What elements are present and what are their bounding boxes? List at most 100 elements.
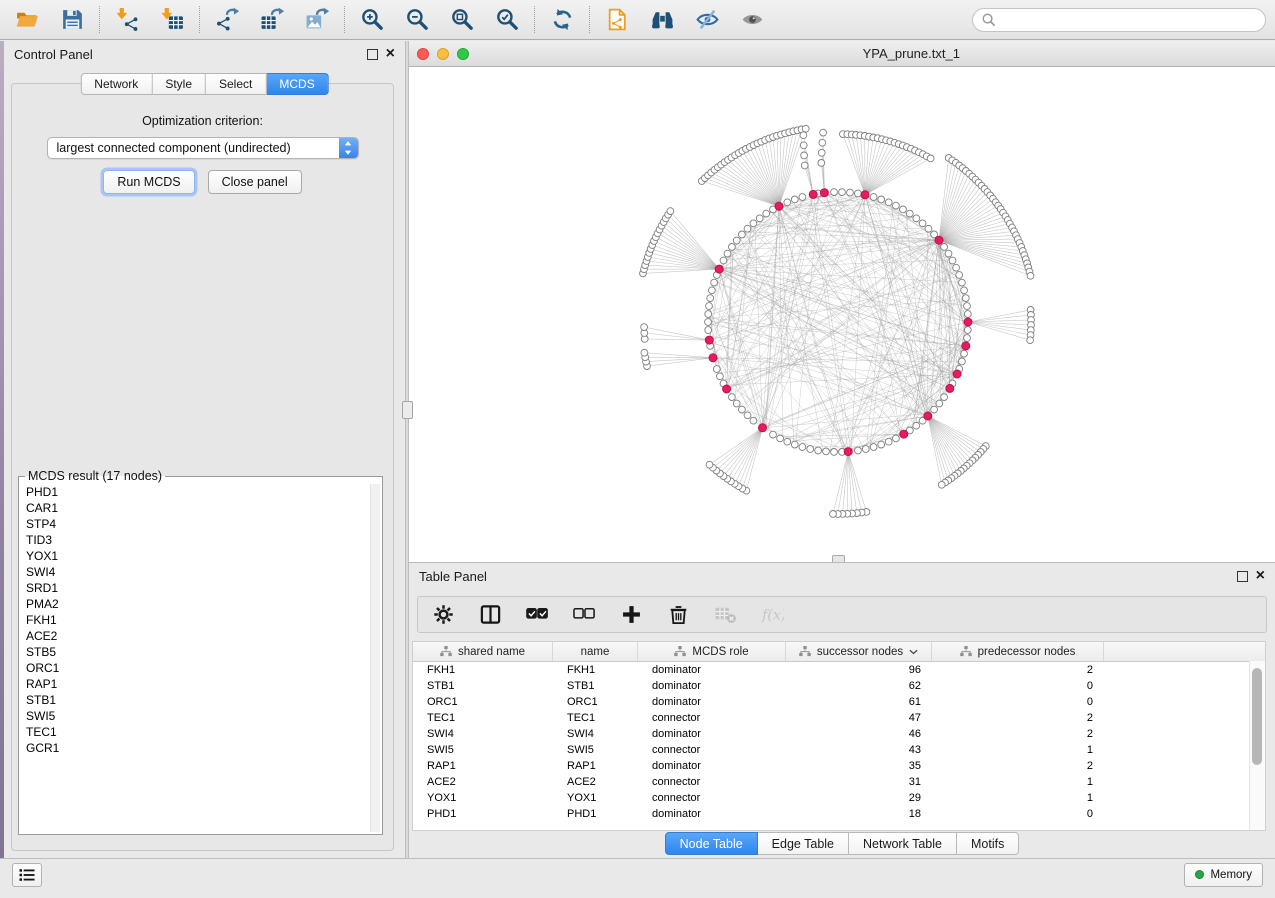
graph-node[interactable] — [744, 225, 751, 232]
graph-node[interactable] — [733, 237, 740, 244]
graph-dominator-node[interactable] — [820, 189, 828, 197]
graph-node[interactable] — [750, 220, 757, 227]
mcds-result-item[interactable]: TID3 — [26, 532, 369, 548]
graph-node[interactable] — [893, 202, 900, 209]
graph-node[interactable] — [959, 358, 966, 365]
graph-node[interactable] — [801, 162, 808, 169]
graph-node[interactable] — [831, 449, 838, 456]
graph-node[interactable] — [855, 447, 862, 454]
table-row[interactable]: RAP1RAP1dominator352 — [413, 758, 1265, 774]
graph-dominator-node[interactable] — [723, 385, 731, 393]
graph-node[interactable] — [961, 287, 968, 294]
graph-node[interactable] — [1027, 272, 1034, 279]
graph-node[interactable] — [820, 129, 827, 136]
table-row[interactable]: YOX1YOX1connector291 — [413, 790, 1265, 806]
table-row[interactable]: TEC1TEC1connector472 — [413, 710, 1265, 726]
tab-motifs[interactable]: Motifs — [957, 832, 1019, 855]
delete-columns-button[interactable] — [667, 602, 690, 628]
graph-node[interactable] — [818, 160, 825, 167]
graph-node[interactable] — [800, 132, 807, 139]
graph-node[interactable] — [729, 394, 736, 401]
graph-node[interactable] — [815, 447, 822, 454]
graph-dominator-node[interactable] — [964, 318, 972, 326]
graph-node[interactable] — [739, 406, 746, 413]
column-header-name[interactable]: name — [553, 642, 638, 661]
graph-node[interactable] — [936, 400, 943, 407]
graph-dominator-node[interactable] — [844, 448, 852, 456]
graph-node[interactable] — [959, 279, 966, 286]
graph-node[interactable] — [705, 327, 712, 334]
tab-edge-table[interactable]: Edge Table — [758, 832, 849, 855]
graph-node[interactable] — [707, 295, 714, 302]
column-header-successor-nodes[interactable]: successor nodes — [786, 642, 932, 661]
graph-node[interactable] — [941, 244, 948, 251]
graph-node[interactable] — [961, 350, 968, 357]
graph-dominator-node[interactable] — [924, 412, 932, 420]
new-network-from-selection-button[interactable] — [603, 6, 631, 34]
graph-node[interactable] — [885, 438, 892, 445]
graph-node[interactable] — [949, 257, 956, 264]
graph-node[interactable] — [925, 225, 932, 232]
graph-node[interactable] — [641, 349, 648, 356]
optimization-criterion-select[interactable]: largest connected component (undirected) — [47, 137, 359, 159]
graph-node[interactable] — [964, 311, 971, 318]
graph-node[interactable] — [964, 335, 971, 342]
graph-node[interactable] — [962, 295, 969, 302]
graph-dominator-node[interactable] — [946, 384, 954, 392]
mcds-list-scrollbar[interactable] — [370, 484, 380, 832]
graph-node[interactable] — [956, 272, 963, 279]
traffic-light-minimize[interactable] — [437, 48, 449, 60]
table-scrollbar-thumb[interactable] — [1252, 668, 1262, 765]
first-neighbors-button[interactable] — [648, 6, 676, 34]
graph-node[interactable] — [802, 125, 809, 132]
graph-dominator-node[interactable] — [953, 370, 961, 378]
graph-node[interactable] — [799, 194, 806, 201]
graph-node[interactable] — [744, 412, 751, 419]
memory-button[interactable]: Memory — [1184, 863, 1263, 887]
graph-node[interactable] — [964, 303, 971, 310]
zoom-selected-button[interactable] — [493, 6, 521, 34]
tab-network-table[interactable]: Network Table — [849, 832, 957, 855]
mcds-result-item[interactable]: PMA2 — [26, 596, 369, 612]
graph-node[interactable] — [770, 431, 777, 438]
save-session-button[interactable] — [58, 6, 86, 34]
network-window-titlebar[interactable]: YPA_prune.txt_1 — [409, 41, 1275, 67]
mcds-result-item[interactable]: YOX1 — [26, 548, 369, 564]
traffic-light-close[interactable] — [417, 48, 429, 60]
graph-node[interactable] — [839, 189, 846, 196]
graph-node[interactable] — [706, 303, 713, 310]
tab-mcds[interactable]: MCDS — [266, 73, 328, 95]
mcds-result-item[interactable]: PHD1 — [26, 484, 369, 500]
graph-node[interactable] — [711, 279, 718, 286]
horizontal-splitter-handle[interactable] — [832, 555, 845, 562]
graph-node[interactable] — [709, 287, 716, 294]
import-network-button[interactable] — [113, 6, 141, 34]
graph-node[interactable] — [717, 373, 724, 380]
mcds-result-item[interactable]: SWI4 — [26, 564, 369, 580]
mcds-result-item[interactable]: ACE2 — [26, 628, 369, 644]
graph-node[interactable] — [945, 250, 952, 257]
search-input[interactable] — [1001, 12, 1257, 28]
graph-node[interactable] — [941, 394, 948, 401]
add-column-button[interactable] — [620, 602, 643, 628]
graph-node[interactable] — [784, 199, 791, 206]
graph-node[interactable] — [1027, 337, 1034, 344]
graph-node[interactable] — [913, 422, 920, 429]
graph-dominator-node[interactable] — [775, 202, 783, 210]
close-panel-icon[interactable]: × — [386, 46, 395, 62]
import-table-button[interactable] — [158, 6, 186, 34]
graph-node[interactable] — [819, 139, 826, 146]
mcds-result-item[interactable]: GCR1 — [26, 740, 369, 756]
graph-node[interactable] — [756, 215, 763, 222]
graph-node[interactable] — [823, 448, 830, 455]
vertical-splitter-handle[interactable] — [402, 401, 413, 419]
graph-dominator-node[interactable] — [900, 430, 908, 438]
table-scrollbar[interactable] — [1249, 661, 1265, 830]
graph-node[interactable] — [855, 190, 862, 197]
show-columns-button[interactable] — [479, 602, 502, 628]
graph-node[interactable] — [938, 481, 945, 488]
select-all-rows-button[interactable] — [526, 602, 549, 628]
graph-node[interactable] — [800, 142, 807, 149]
graph-node[interactable] — [801, 152, 808, 159]
export-table-button[interactable] — [258, 6, 286, 34]
